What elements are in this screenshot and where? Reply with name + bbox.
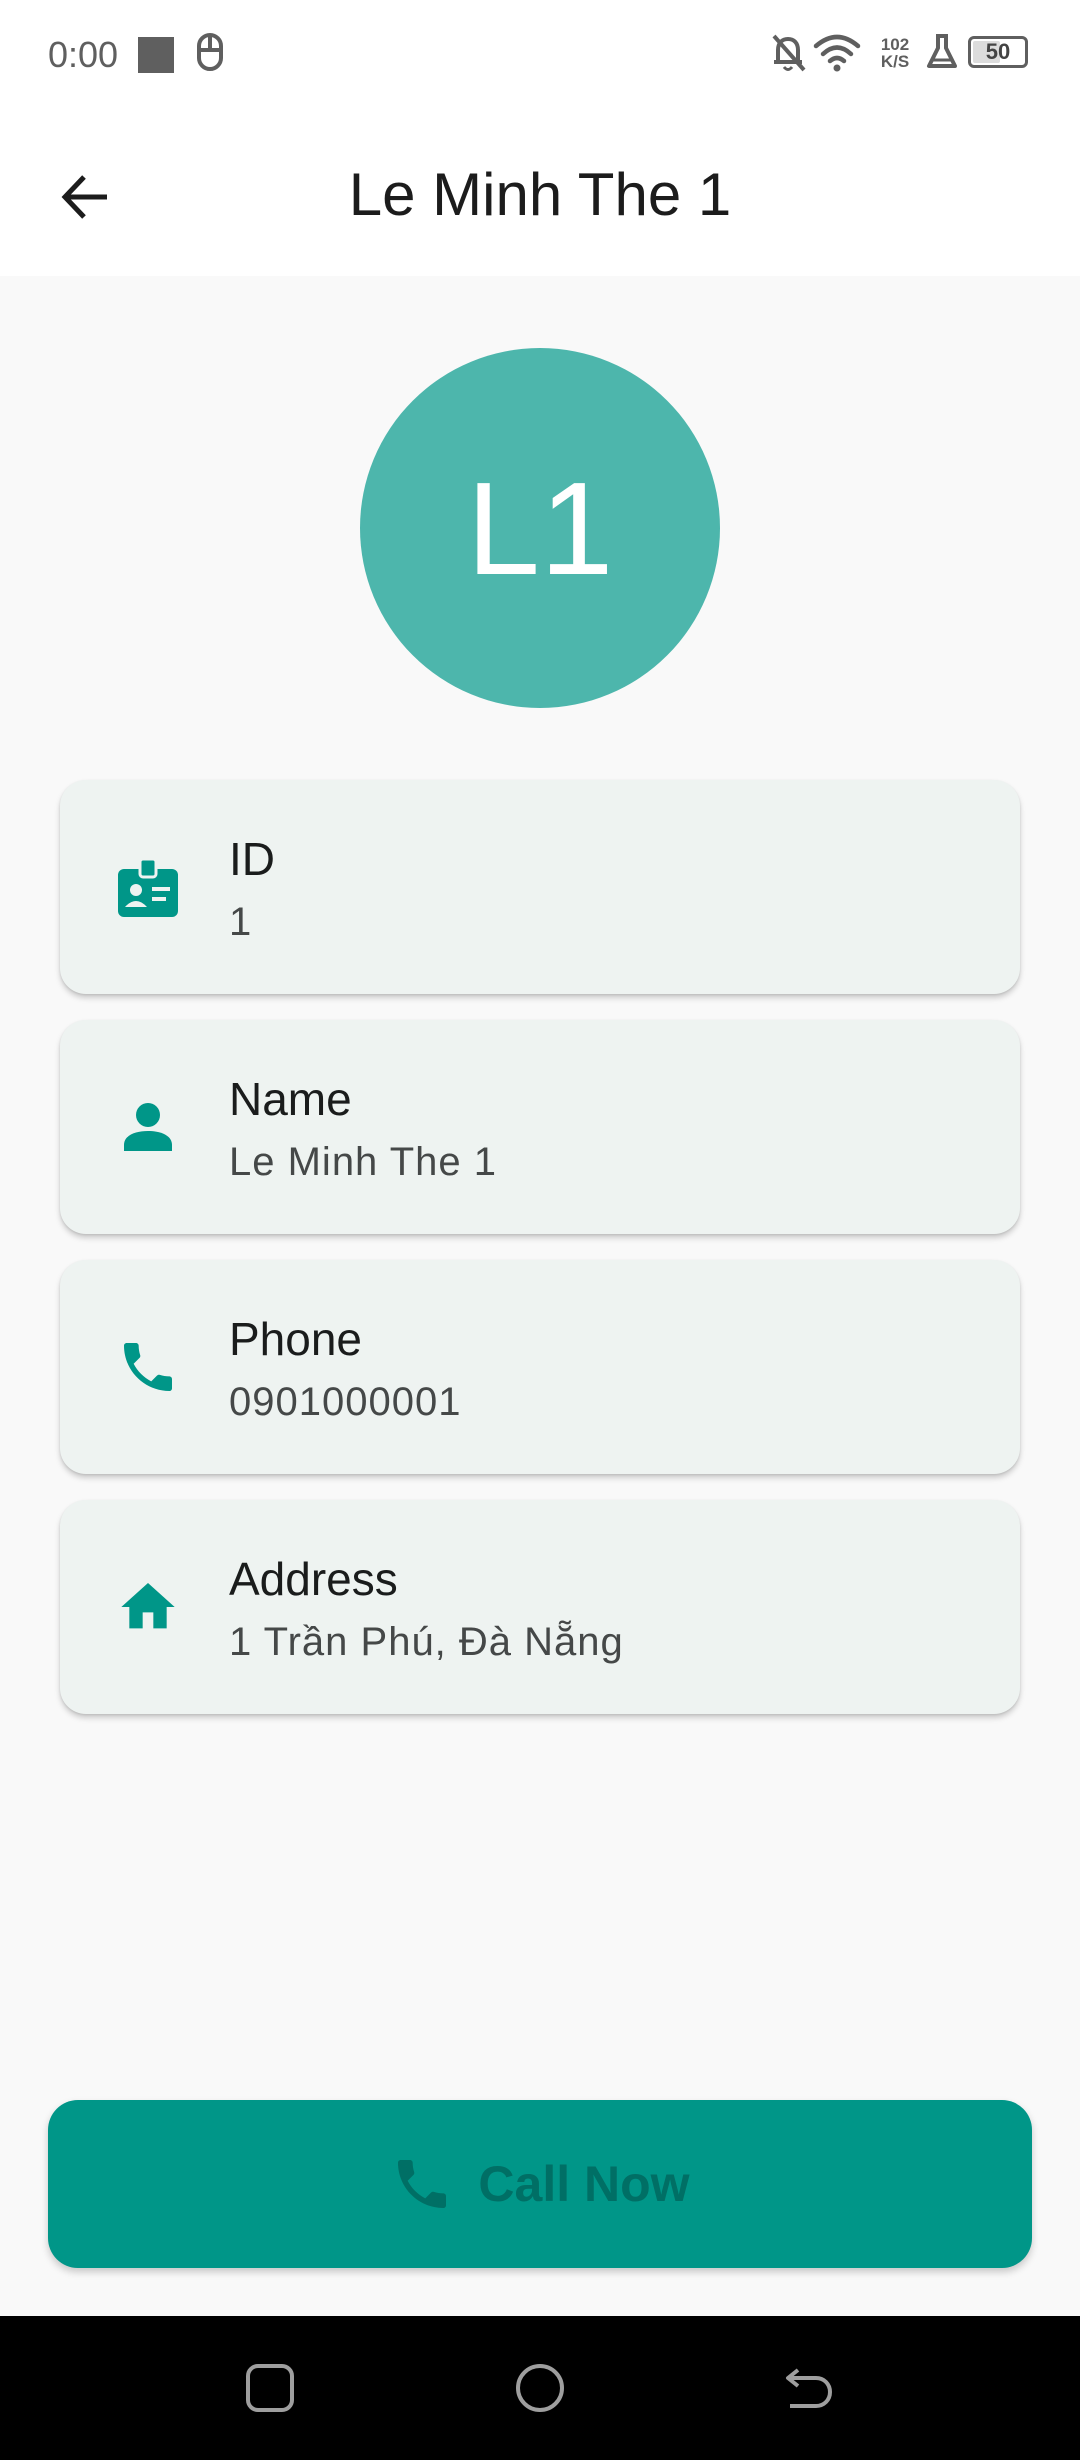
phone-icon bbox=[108, 1327, 188, 1407]
badge-icon bbox=[108, 847, 188, 927]
mouse-icon bbox=[194, 30, 226, 79]
detail-value-id: 1 bbox=[229, 900, 253, 944]
flask-icon bbox=[924, 30, 960, 79]
wifi-icon bbox=[812, 30, 862, 79]
phone-icon bbox=[390, 2152, 454, 2216]
detail-label-phone: Phone bbox=[229, 1313, 363, 1365]
detail-value-name: Le Minh The 1 bbox=[229, 1140, 497, 1184]
status-bar: 0:00 102 K/S 50 bbox=[0, 0, 1080, 110]
detail-card-id: ID 1 bbox=[60, 780, 1020, 994]
call-now-button[interactable]: Call Now bbox=[48, 2100, 1032, 2268]
call-now-label: Call Now bbox=[478, 2156, 690, 2212]
bell-off-icon bbox=[768, 30, 808, 79]
home-circle-icon[interactable] bbox=[512, 2360, 568, 2416]
recents-icon[interactable] bbox=[242, 2360, 298, 2416]
home-icon bbox=[108, 1567, 188, 1647]
battery-icon: 50 bbox=[968, 36, 1028, 68]
detail-label-id: ID bbox=[229, 833, 275, 885]
back-gesture-icon[interactable] bbox=[780, 2360, 836, 2416]
status-time: 0:00 bbox=[48, 34, 119, 75]
net-speed: 102 K/S bbox=[876, 36, 914, 70]
contact-detail-screen: 0:00 102 K/S 50 Le Minh The 1 L1 ID 1 Na… bbox=[0, 0, 1080, 2460]
detail-card-address: Address 1 Trần Phú, Đà Nẵng bbox=[60, 1500, 1020, 1714]
battery-level: 50 bbox=[985, 39, 1011, 64]
detail-card-phone: Phone 0901000001 bbox=[60, 1260, 1020, 1474]
person-icon bbox=[108, 1087, 188, 1167]
avatar: L1 bbox=[360, 348, 720, 708]
detail-value-phone: 0901000001 bbox=[229, 1380, 462, 1424]
net-speed-unit: K/S bbox=[880, 52, 910, 71]
detail-card-name: Name Le Minh The 1 bbox=[60, 1020, 1020, 1234]
app-bar: Le Minh The 1 bbox=[0, 110, 1080, 276]
system-nav-bar bbox=[0, 2316, 1080, 2460]
avatar-initials: L1 bbox=[466, 454, 614, 602]
page-title: Le Minh The 1 bbox=[348, 161, 732, 228]
net-speed-value: 102 bbox=[880, 35, 910, 54]
detail-label-address: Address bbox=[229, 1553, 398, 1605]
detail-label-name: Name bbox=[229, 1073, 352, 1125]
media-square-icon bbox=[138, 37, 174, 73]
detail-value-address: 1 Trần Phú, Đà Nẵng bbox=[229, 1620, 624, 1664]
